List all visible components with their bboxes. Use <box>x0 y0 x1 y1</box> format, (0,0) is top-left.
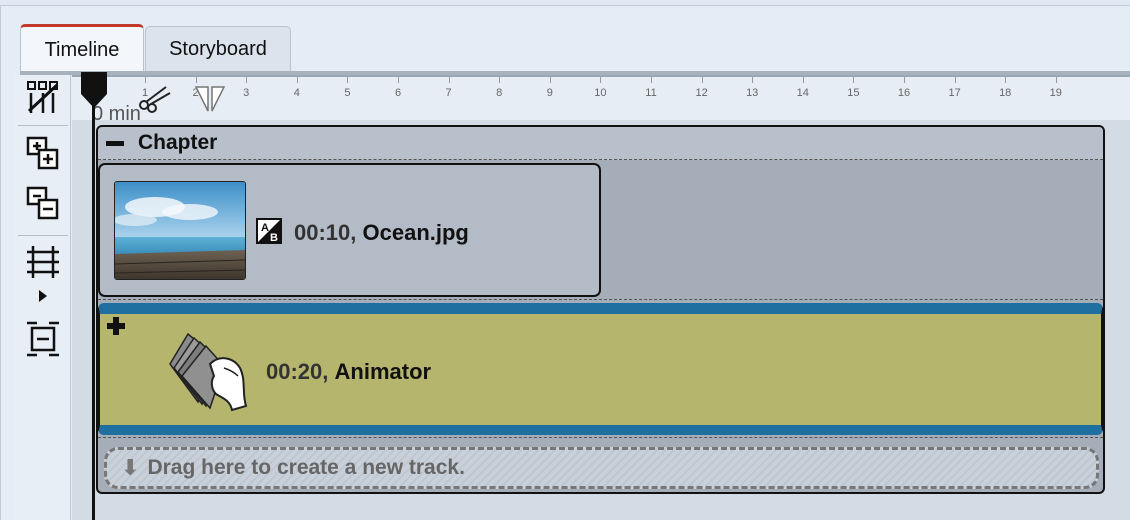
clip-info: 00:10, Ocean.jpg <box>294 220 469 246</box>
ruler-tick-label: 10 <box>594 87 607 99</box>
expand-plus-icon[interactable] <box>106 316 126 336</box>
toolbar-divider <box>18 235 68 236</box>
expand-frame-icon <box>27 321 59 357</box>
expand-arrow-icon[interactable] <box>38 289 48 308</box>
time-ruler[interactable]: 1 2 3 4 5 6 7 8 9 10 11 12 13 14 15 16 17 18 19 0 min <box>72 75 1130 125</box>
track-separator <box>98 437 1103 438</box>
remove-track-button[interactable] <box>24 185 62 223</box>
ruler-tick-label: 4 <box>293 87 300 99</box>
chapter-header[interactable]: Chapter <box>98 127 1103 160</box>
arrow-down-icon: ⬇ <box>121 455 140 480</box>
new-track-drop-zone[interactable]: ⬇ Drag here to create a new track. <box>104 447 1099 489</box>
add-track-button[interactable] <box>24 135 62 173</box>
cut-tracks-button[interactable] <box>24 78 62 116</box>
ruler-tick-label: 3 <box>243 87 250 99</box>
ruler-tick <box>954 77 956 83</box>
left-toolbar <box>14 75 71 520</box>
clip-duration: 00:10, <box>294 220 357 245</box>
ruler-tick <box>499 77 501 83</box>
ruler-tick <box>802 77 804 83</box>
transition-ab-icon[interactable]: A B <box>256 218 282 249</box>
flipbook-hand-icon <box>160 324 256 421</box>
ruler-tick <box>701 77 703 83</box>
ruler-tick <box>347 77 349 83</box>
ruler-tick-label: 17 <box>948 87 961 99</box>
clip-duration: 00:20, <box>266 359 329 384</box>
fit-tracks-button[interactable] <box>24 243 62 281</box>
playhead-handle[interactable] <box>79 70 109 110</box>
ruler-tick-label: 13 <box>746 87 759 99</box>
fit-tracks-icon <box>27 246 59 278</box>
scissors-icon[interactable] <box>136 83 174 118</box>
add-track-icon <box>26 136 59 170</box>
remove-track-icon <box>26 186 59 220</box>
ruler-tick-label: 14 <box>796 87 809 99</box>
ruler-tick <box>549 77 551 83</box>
toolbar-divider <box>18 125 68 126</box>
tab-storyboard[interactable]: Storyboard <box>145 26 291 71</box>
image-clip[interactable]: A B 00:10, Ocean.jpg <box>98 163 601 297</box>
ruler-tick <box>246 77 248 83</box>
ruler-tick-label: 18 <box>999 87 1012 99</box>
ruler-tick-label: 19 <box>1049 87 1062 99</box>
ruler-tick <box>1055 77 1057 83</box>
ruler-tick-label: 11 <box>645 87 657 99</box>
ocean-thumbnail <box>114 181 246 280</box>
tab-timeline[interactable]: Timeline <box>20 24 144 73</box>
expand-frame-button[interactable] <box>24 320 62 358</box>
ruler-tick <box>1005 77 1007 83</box>
collapse-icon[interactable] <box>106 141 124 146</box>
ruler-tick <box>195 77 197 83</box>
animator-clip[interactable]: 00:20, Animator <box>98 303 1103 435</box>
ruler-tick <box>296 77 298 83</box>
playhead-line[interactable] <box>92 90 95 520</box>
ruler-tick <box>448 77 450 83</box>
ruler-tick <box>904 77 905 83</box>
svg-text:B: B <box>270 232 278 244</box>
ruler-tick-label: 16 <box>897 87 911 99</box>
clip-name: Ocean.jpg <box>362 220 469 245</box>
ruler-tick <box>853 77 855 83</box>
tab-label: Storyboard <box>169 37 267 60</box>
ruler-tick <box>651 77 652 83</box>
chapter-title: Chapter <box>138 131 218 154</box>
chapter-track[interactable]: Chapter A B 00:10, Ocean.jpg 00:20, Anim… <box>96 125 1105 494</box>
ruler-tick-label: 7 <box>445 87 452 99</box>
cut-tracks-icon <box>27 81 59 113</box>
ruler-tick <box>398 77 399 83</box>
track-separator <box>98 299 1103 300</box>
ruler-tick-label: 12 <box>695 87 708 99</box>
tab-label: Timeline <box>44 38 120 61</box>
drop-zone-label: Drag here to create a new track. <box>147 456 465 479</box>
clip-info: 00:20, Animator <box>266 359 431 385</box>
ruler-tick-label: 8 <box>496 87 503 99</box>
ruler-tick-label: 15 <box>847 87 860 99</box>
svg-text:A: A <box>261 222 269 234</box>
ruler-tick-label: 6 <box>394 87 402 99</box>
ruler-tick-label: 5 <box>344 87 351 99</box>
marker-icon[interactable] <box>194 85 226 118</box>
ruler-tick <box>752 77 754 83</box>
ruler-tick <box>600 77 602 83</box>
ruler-tick-label: 9 <box>546 87 553 99</box>
clip-name: Animator <box>334 359 432 384</box>
